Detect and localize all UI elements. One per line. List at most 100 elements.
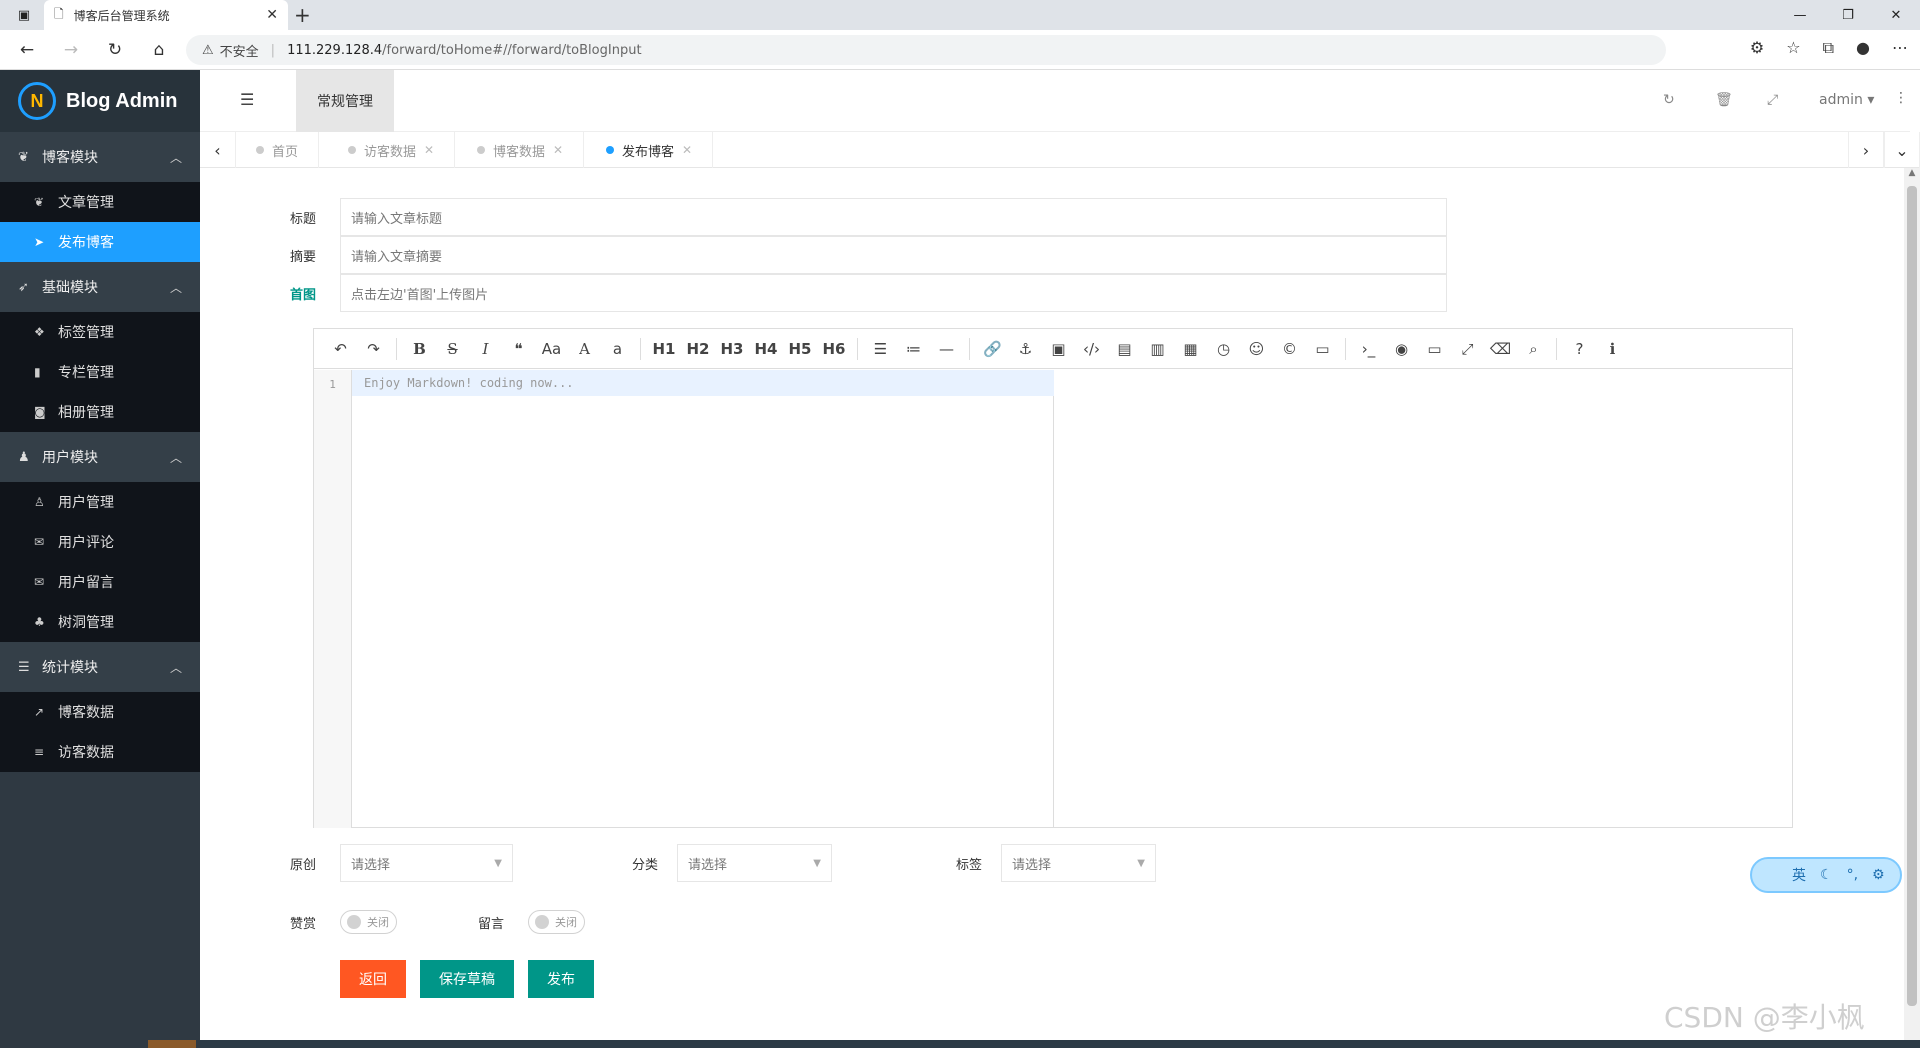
clear-icon[interactable]: ⌫ (1484, 340, 1517, 358)
summary-input[interactable]: 请输入文章摘要 (340, 236, 1447, 274)
cover-upload-button[interactable]: 首图 (290, 284, 340, 303)
comment-switch[interactable]: 关闭 (528, 910, 585, 934)
tab-home[interactable]: 首页 (236, 132, 320, 168)
tabs-next-icon[interactable]: › (1848, 132, 1884, 168)
link-icon[interactable]: 🔗 (976, 340, 1009, 358)
tabs-menu-icon[interactable]: ⌄ (1884, 132, 1920, 168)
editor-placeholder[interactable]: Enjoy Markdown! coding now... (352, 370, 1054, 396)
sidebar-item-user-manage[interactable]: ♙ 用户管理 (0, 482, 200, 522)
bold-icon[interactable]: B (403, 340, 436, 358)
sidebar-item-albums[interactable]: ◙ 相册管理 (0, 392, 200, 432)
italic-icon[interactable]: I (469, 340, 502, 358)
redo-icon[interactable]: ↷ (357, 340, 390, 358)
sidebar-item-visitor-data[interactable]: ≡ 访客数据 (0, 732, 200, 772)
extensions-icon[interactable]: ⚙ (1750, 38, 1764, 58)
help-icon[interactable]: ? (1563, 340, 1596, 358)
pagebreak-icon[interactable]: ▭ (1306, 340, 1339, 358)
strikethrough-icon[interactable]: S (436, 340, 469, 358)
info-icon[interactable]: ℹ (1596, 340, 1629, 358)
home-icon[interactable]: ⌂ (146, 38, 172, 62)
search-icon[interactable]: ⌕ (1517, 340, 1550, 358)
h2-button[interactable]: H2 (681, 340, 715, 358)
title-input[interactable]: 请输入文章标题 (340, 198, 1447, 236)
h5-button[interactable]: H5 (783, 340, 817, 358)
tag-select[interactable]: 请选择 ▼ (1001, 844, 1156, 882)
code-block-icon[interactable]: ▥ (1141, 340, 1174, 358)
datetime-icon[interactable]: ◷ (1207, 340, 1240, 358)
tab-publish-blog[interactable]: 发布博客 ✕ (586, 132, 714, 168)
sidebar-group-basic[interactable]: ➶ 基础模块 ︿ (0, 262, 200, 312)
uppercase-words-icon[interactable]: Aa (535, 340, 568, 358)
tab-actions-icon[interactable]: ▣ (0, 0, 48, 30)
ordered-list-icon[interactable]: ≔ (897, 340, 930, 358)
sidebar-item-articles[interactable]: ❦ 文章管理 (0, 182, 200, 222)
code-icon[interactable]: ‹/› (1075, 340, 1108, 358)
sidebar-item-publish[interactable]: ➤ 发布博客 (0, 222, 200, 262)
category-select[interactable]: 请选择 ▼ (677, 844, 832, 882)
horizontal-rule-icon[interactable]: — (930, 340, 963, 358)
tab-blog-data[interactable]: 博客数据 ✕ (457, 132, 585, 168)
watch-icon[interactable]: ◉ (1385, 340, 1418, 358)
collections-icon[interactable]: ⧉ (1823, 38, 1834, 58)
sidebar-item-messages[interactable]: ✉ 用户留言 (0, 562, 200, 602)
h3-button[interactable]: H3 (715, 340, 749, 358)
punctuation-icon[interactable]: °, (1847, 867, 1858, 883)
emoji-icon[interactable]: ☺ (1240, 340, 1273, 358)
close-tab-icon[interactable]: ✕ (266, 7, 278, 23)
h1-button[interactable]: H1 (647, 340, 681, 358)
html-entities-icon[interactable]: © (1273, 340, 1306, 358)
sidebar-group-blog[interactable]: ❦ 博客模块 ︿ (0, 132, 200, 182)
sidebar-group-users[interactable]: ♟ 用户模块 ︿ (0, 432, 200, 482)
restore-icon[interactable]: ❐ (1824, 0, 1872, 30)
refresh-icon[interactable]: ↻ (102, 38, 128, 62)
moon-icon[interactable]: ☾ (1820, 867, 1833, 883)
lowercase-icon[interactable]: a (601, 340, 634, 358)
image-icon[interactable]: ▣ (1042, 340, 1075, 358)
user-menu[interactable]: admin ▾ (1819, 92, 1874, 108)
ime-language-toggle[interactable]: 英 (1792, 865, 1806, 885)
editor-input-pane[interactable]: 1 Enjoy Markdown! coding now... (314, 370, 1054, 828)
save-draft-button[interactable]: 保存草稿 (420, 960, 514, 998)
table-icon[interactable]: ▦ (1174, 340, 1207, 358)
sidebar-group-stats[interactable]: ☰ 统计模块 ︿ (0, 642, 200, 692)
close-window-icon[interactable]: ✕ (1872, 0, 1920, 30)
cover-input[interactable]: 点击左边'首图'上传图片 (340, 274, 1447, 312)
url-field[interactable]: ⚠ 不安全 | 111.229.128.4 /forward/toHome#//… (186, 35, 1666, 65)
scroll-thumb[interactable] (1907, 186, 1917, 1006)
ime-toolbar[interactable]: 英 ☾ °, ⚙ (1750, 857, 1902, 893)
unordered-list-icon[interactable]: ☰ (864, 340, 897, 358)
undo-icon[interactable]: ↶ (324, 340, 357, 358)
back-icon[interactable]: ← (14, 38, 40, 62)
back-button[interactable]: 返回 (340, 960, 406, 998)
sidebar-item-treehole[interactable]: ♣ 树洞管理 (0, 602, 200, 642)
new-tab-icon[interactable]: + (294, 3, 311, 27)
profile-icon[interactable]: ● (1856, 38, 1870, 58)
more-vertical-icon[interactable]: ⋮ (1894, 90, 1908, 106)
tabs-prev-icon[interactable]: ‹ (200, 132, 236, 168)
forward-icon[interactable]: → (58, 38, 84, 62)
page-scrollbar[interactable]: ▲ (1904, 168, 1920, 1040)
original-select[interactable]: 请选择 ▼ (340, 844, 513, 882)
preview-icon[interactable]: ▭ (1418, 340, 1451, 358)
scroll-up-icon[interactable]: ▲ (1904, 168, 1920, 182)
minimize-icon[interactable]: — (1776, 0, 1824, 30)
close-tab-icon[interactable]: ✕ (553, 143, 563, 157)
tab-visitor-data[interactable]: 访客数据 ✕ (328, 132, 456, 168)
goto-line-icon[interactable]: ›_ (1352, 340, 1385, 358)
favorites-icon[interactable]: ☆ (1786, 38, 1800, 58)
sidebar-item-tags[interactable]: ❖ 标签管理 (0, 312, 200, 352)
h6-button[interactable]: H6 (817, 340, 851, 358)
uppercase-icon[interactable]: A (568, 340, 601, 358)
menu-toggle-icon[interactable]: ☰ (240, 90, 254, 109)
browser-tab[interactable]: 🗋 博客后台管理系统 ✕ (44, 0, 288, 30)
close-tab-icon[interactable]: ✕ (682, 143, 692, 157)
sidebar-item-columns[interactable]: ▮ 专栏管理 (0, 352, 200, 392)
anchor-icon[interactable]: ⚓ (1009, 340, 1042, 358)
header-current-section[interactable]: 常规管理 (296, 70, 394, 132)
sidebar-item-comments[interactable]: ✉ 用户评论 (0, 522, 200, 562)
fullscreen-icon[interactable]: ⤢ (1451, 340, 1484, 358)
more-icon[interactable]: ⋯ (1892, 38, 1908, 58)
quote-icon[interactable]: ❝ (502, 340, 535, 358)
reward-switch[interactable]: 关闭 (340, 910, 397, 934)
preformatted-text-icon[interactable]: ▤ (1108, 340, 1141, 358)
